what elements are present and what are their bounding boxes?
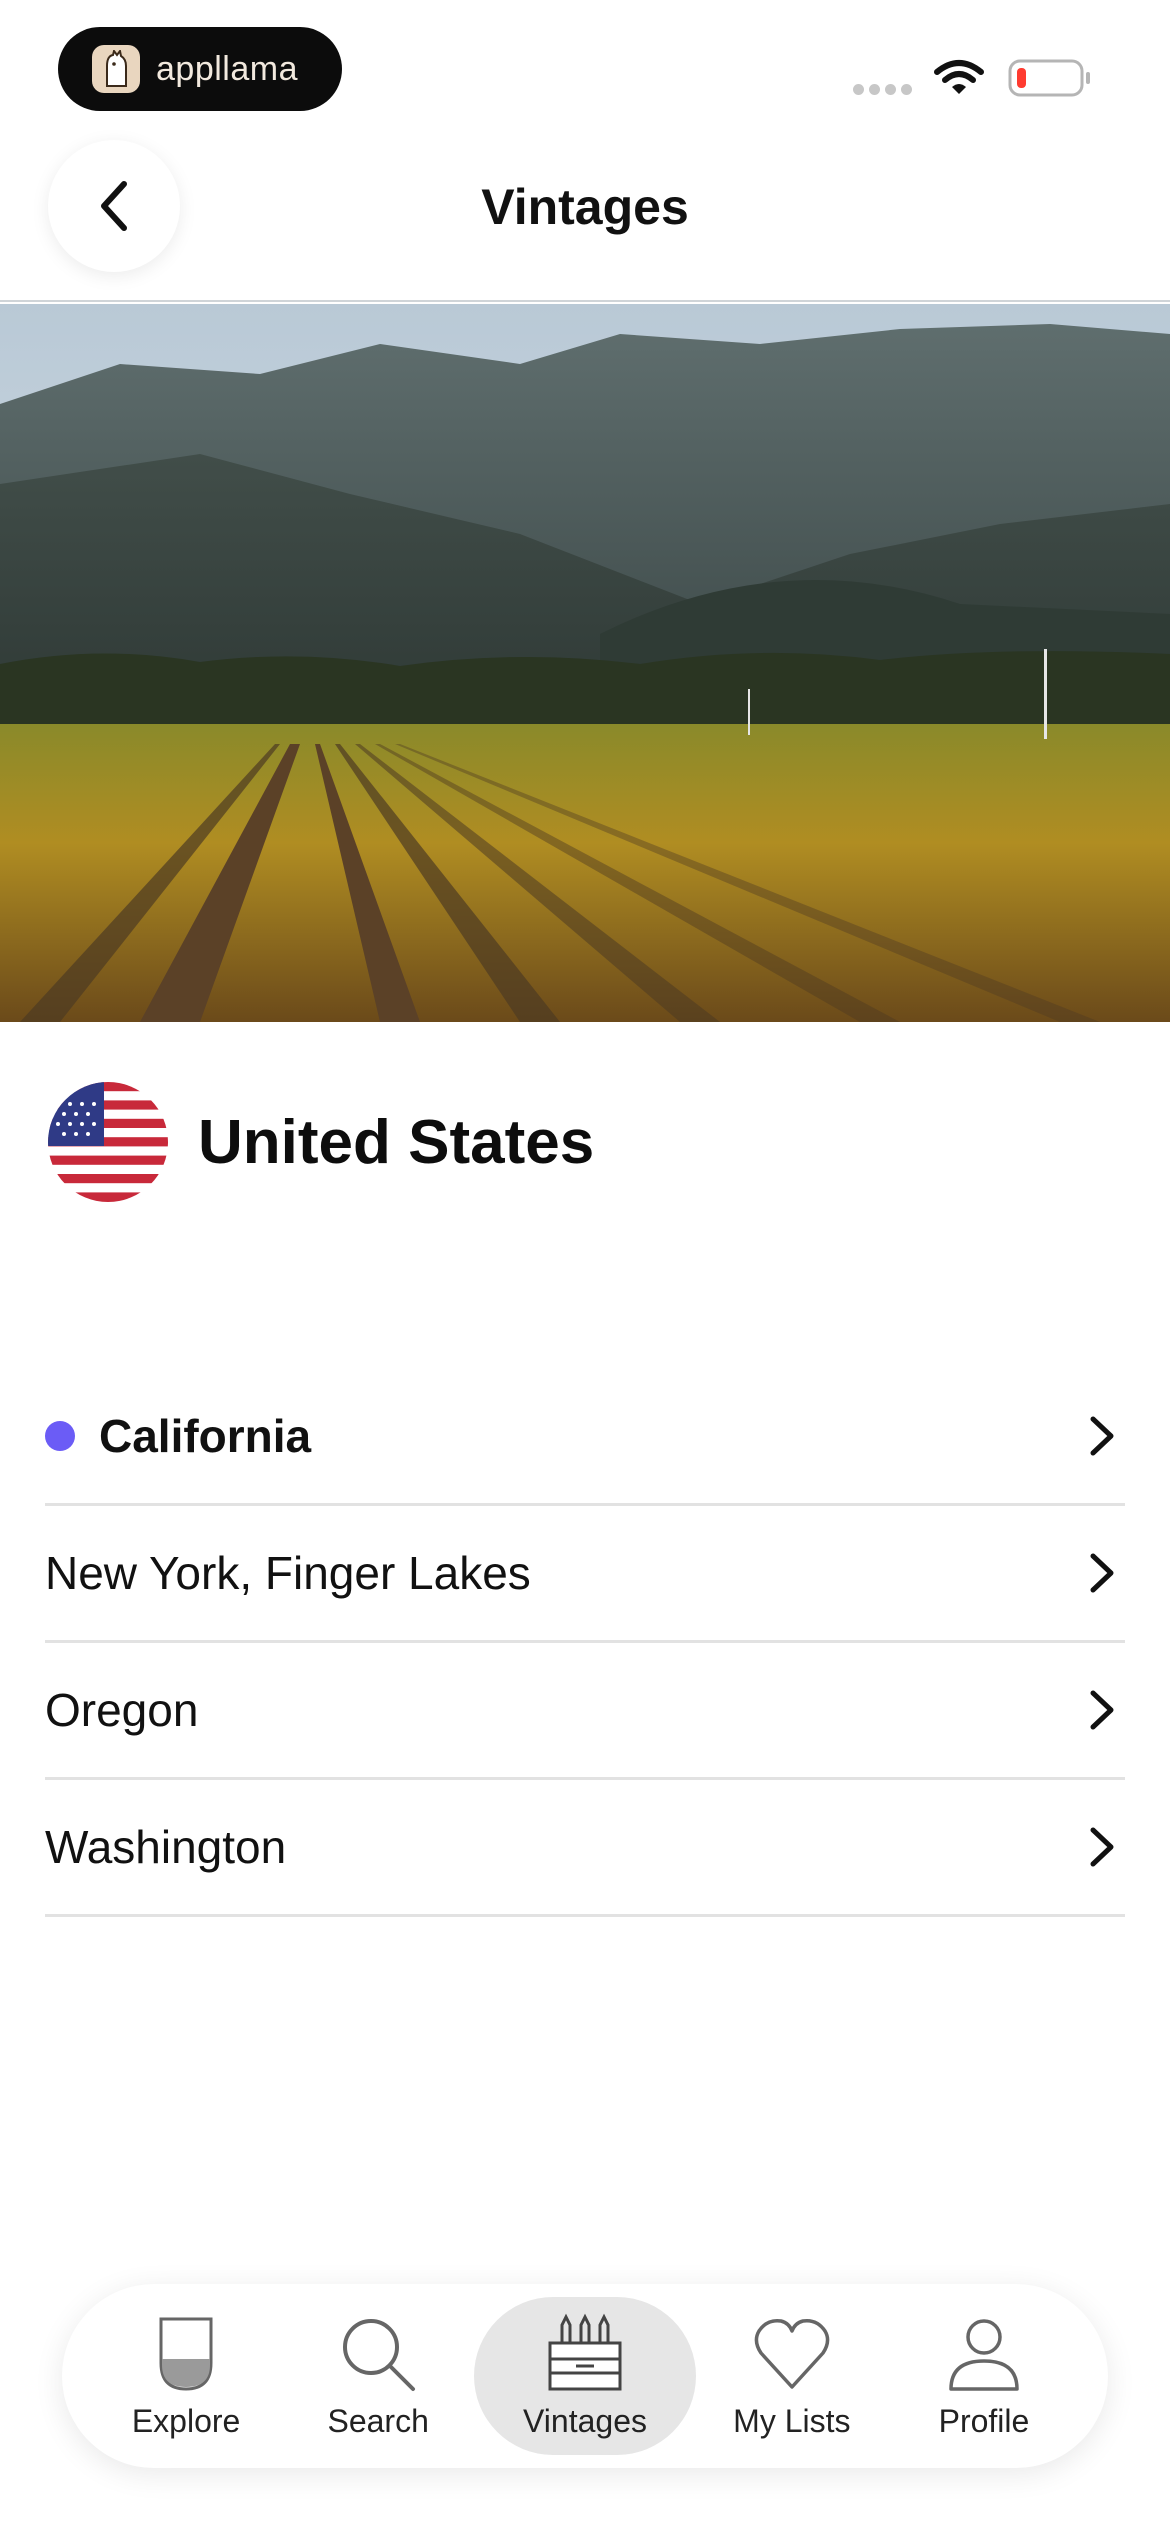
- heart-icon: [754, 2318, 830, 2389]
- region-label: California: [99, 1410, 312, 1462]
- person-icon: [949, 2318, 1019, 2391]
- us-flag-icon: [48, 1082, 168, 1202]
- region-item-california[interactable]: California: [45, 1369, 1125, 1506]
- region-item-oregon[interactable]: Oregon: [45, 1643, 1125, 1780]
- tab-label: Profile: [938, 2402, 1030, 2439]
- region-label: Oregon: [45, 1684, 199, 1736]
- llama-logo-icon: [92, 45, 140, 93]
- carrier-pill: appllama: [58, 27, 342, 111]
- battery-icon: [1008, 59, 1090, 97]
- country-name: United States: [198, 1107, 595, 1177]
- wine-crate-icon: [548, 2313, 622, 2390]
- tab-search[interactable]: Search: [282, 2297, 474, 2455]
- bottom-tab-bar: Explore Search Vintages My Lists Profile: [62, 2284, 1108, 2468]
- selected-indicator-dot: [45, 1421, 75, 1451]
- tab-explore[interactable]: Explore: [90, 2297, 282, 2455]
- tab-label: Vintages: [523, 2402, 647, 2439]
- region-label: Washington: [45, 1821, 287, 1873]
- tab-label: My Lists: [733, 2402, 851, 2439]
- tab-label: Explore: [131, 2402, 241, 2439]
- wifi-icon: [934, 60, 984, 94]
- navigation-header: Vintages: [0, 140, 1170, 302]
- country-heading: United States: [48, 1082, 594, 1202]
- region-list: California New York, Finger Lakes Oregon: [45, 1369, 1125, 1917]
- tab-profile[interactable]: Profile: [888, 2297, 1080, 2455]
- tab-label: Search: [327, 2402, 429, 2439]
- vineyard-hero-image: [0, 304, 1170, 1022]
- wine-glass-icon: [159, 2317, 213, 2391]
- search-icon: [343, 2318, 416, 2391]
- tab-my-lists[interactable]: My Lists: [696, 2297, 888, 2455]
- page-title: Vintages: [481, 179, 689, 235]
- tab-vintages[interactable]: Vintages: [474, 2297, 696, 2455]
- region-item-new-york-finger-lakes[interactable]: New York, Finger Lakes: [45, 1506, 1125, 1643]
- region-item-washington[interactable]: Washington: [45, 1780, 1125, 1917]
- cellular-signal-icon: [853, 84, 912, 95]
- chevron-right-icon: [1090, 1690, 1114, 1730]
- carrier-name: appllama: [156, 49, 298, 88]
- vintages-screen: appllama Vintages United States Californ…: [0, 0, 1170, 2532]
- chevron-right-icon: [1090, 1416, 1114, 1456]
- region-label: New York, Finger Lakes: [45, 1547, 531, 1599]
- chevron-right-icon: [1090, 1827, 1114, 1867]
- status-bar: appllama: [0, 0, 1170, 140]
- chevron-right-icon: [1090, 1553, 1114, 1593]
